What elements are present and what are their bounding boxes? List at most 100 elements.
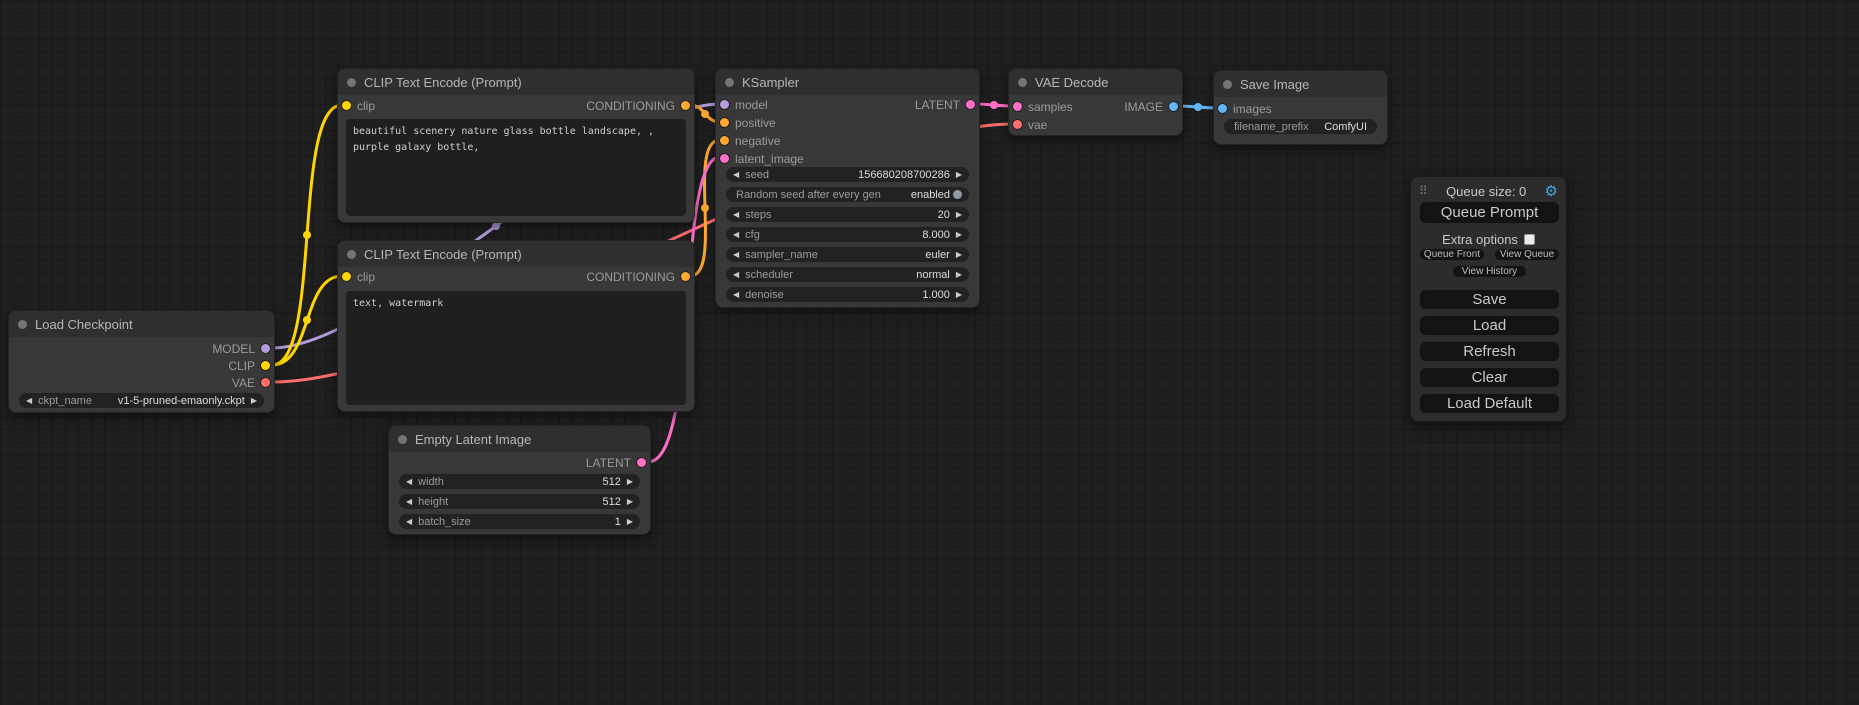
- output-dot-conditioning[interactable]: [681, 272, 690, 281]
- decrement-icon[interactable]: ◀: [26, 396, 32, 405]
- decrement-icon[interactable]: ◀: [733, 270, 739, 279]
- link-midpoint-dot: [492, 222, 500, 230]
- widget-sampler-name[interactable]: ◀ sampler_name euler ▶: [726, 247, 969, 262]
- output-dot-model[interactable]: [261, 344, 270, 353]
- slot-label: IMAGE: [1124, 100, 1163, 114]
- output-dot-vae[interactable]: [261, 378, 270, 387]
- widget-value: 512: [602, 476, 620, 488]
- output-dot-latent[interactable]: [966, 100, 975, 109]
- load-button[interactable]: Load: [1419, 315, 1560, 336]
- drag-handle-icon[interactable]: ⠿: [1419, 184, 1428, 198]
- clip-encode-title-bar[interactable]: CLIP Text Encode (Prompt): [338, 69, 694, 95]
- widget-height[interactable]: ◀ height 512 ▶: [399, 494, 640, 509]
- node-title: KSampler: [742, 75, 799, 90]
- settings-gear-icon[interactable]: ⚙: [1545, 184, 1558, 199]
- view-history-button[interactable]: View History: [1452, 265, 1527, 278]
- input-dot-negative[interactable]: [720, 136, 729, 145]
- collapse-dot[interactable]: [347, 78, 356, 87]
- output-slot-conditioning: CONDITIONING: [338, 269, 694, 285]
- widget-seed-control[interactable]: Random seed after every gen enabled: [726, 187, 969, 202]
- clear-button[interactable]: Clear: [1419, 367, 1560, 388]
- refresh-button[interactable]: Refresh: [1419, 341, 1560, 362]
- input-dot-positive[interactable]: [720, 118, 729, 127]
- collapse-dot[interactable]: [398, 435, 407, 444]
- decrement-icon[interactable]: ◀: [733, 250, 739, 259]
- output-dot-conditioning[interactable]: [681, 101, 690, 110]
- collapse-dot[interactable]: [725, 78, 734, 87]
- widget-value: v1-5-pruned-emaonly.ckpt: [118, 395, 245, 407]
- positive-prompt-textarea[interactable]: beautiful scenery nature glass bottle la…: [346, 119, 686, 216]
- increment-icon[interactable]: ▶: [627, 517, 633, 526]
- node-ksampler[interactable]: KSampler model LATENT positive negative …: [715, 68, 980, 308]
- queue-front-button[interactable]: Queue Front: [1419, 248, 1485, 261]
- widget-scheduler[interactable]: ◀ scheduler normal ▶: [726, 267, 969, 282]
- increment-icon[interactable]: ▶: [956, 290, 962, 299]
- widget-name: Random seed after every gen: [736, 189, 881, 201]
- widget-ckpt-name[interactable]: ◀ ckpt_name v1-5-pruned-emaonly.ckpt ▶: [19, 393, 264, 408]
- input-slot-images: images: [1214, 101, 1387, 117]
- empty-latent-title-bar[interactable]: Empty Latent Image: [389, 426, 650, 452]
- decrement-icon[interactable]: ◀: [733, 290, 739, 299]
- slot-label: VAE: [232, 376, 255, 390]
- increment-icon[interactable]: ▶: [956, 210, 962, 219]
- input-dot-images[interactable]: [1218, 104, 1227, 113]
- decrement-icon[interactable]: ◀: [406, 497, 412, 506]
- output-dot-latent[interactable]: [637, 458, 646, 467]
- toggle-enabled-dot[interactable]: [953, 190, 962, 199]
- save-image-title-bar[interactable]: Save Image: [1214, 71, 1387, 97]
- widget-cfg[interactable]: ◀ cfg 8.000 ▶: [726, 227, 969, 242]
- decrement-icon[interactable]: ◀: [406, 477, 412, 486]
- widget-filename-prefix[interactable]: filename_prefix ComfyUI: [1224, 119, 1377, 134]
- input-dot-vae[interactable]: [1013, 120, 1022, 129]
- node-empty-latent-image[interactable]: Empty Latent Image LATENT ◀ width 512 ▶ …: [388, 425, 651, 535]
- node-clip-text-encode-negative[interactable]: CLIP Text Encode (Prompt) clip CONDITION…: [337, 240, 695, 412]
- increment-icon[interactable]: ▶: [251, 396, 257, 405]
- output-dot-clip[interactable]: [261, 361, 270, 370]
- decrement-icon[interactable]: ◀: [406, 517, 412, 526]
- negative-prompt-textarea[interactable]: text, watermark: [346, 291, 686, 405]
- ksampler-title-bar[interactable]: KSampler: [716, 69, 979, 95]
- slot-label: MODEL: [212, 342, 255, 356]
- decrement-icon[interactable]: ◀: [733, 230, 739, 239]
- increment-icon[interactable]: ▶: [627, 497, 633, 506]
- save-button[interactable]: Save: [1419, 289, 1560, 310]
- comfyui-node-canvas[interactable]: { "colors": { "model": "#B39DDB", "clip"…: [0, 0, 1859, 705]
- widget-value: 1.000: [922, 289, 950, 301]
- widget-width[interactable]: ◀ width 512 ▶: [399, 474, 640, 489]
- output-slot-latent: LATENT: [716, 97, 979, 113]
- node-save-image[interactable]: Save Image images filename_prefix ComfyU…: [1213, 70, 1388, 145]
- output-slot-vae: VAE: [9, 375, 274, 391]
- node-vae-decode[interactable]: VAE Decode samples IMAGE vae: [1008, 68, 1183, 136]
- input-dot-latent-image[interactable]: [720, 154, 729, 163]
- input-slot-vae: vae: [1009, 117, 1182, 133]
- queue-prompt-button[interactable]: Queue Prompt: [1419, 201, 1560, 224]
- increment-icon[interactable]: ▶: [956, 170, 962, 179]
- widget-value: 20: [938, 209, 950, 221]
- increment-icon[interactable]: ▶: [627, 477, 633, 486]
- decrement-icon[interactable]: ◀: [733, 210, 739, 219]
- widget-denoise[interactable]: ◀ denoise 1.000 ▶: [726, 287, 969, 302]
- clip-encode-title-bar[interactable]: CLIP Text Encode (Prompt): [338, 241, 694, 267]
- load-default-button[interactable]: Load Default: [1419, 393, 1560, 414]
- collapse-dot[interactable]: [1223, 80, 1232, 89]
- slot-label: latent_image: [735, 152, 804, 166]
- load-checkpoint-title-bar[interactable]: Load Checkpoint: [9, 311, 274, 337]
- increment-icon[interactable]: ▶: [956, 230, 962, 239]
- widget-batch-size[interactable]: ◀ batch_size 1 ▶: [399, 514, 640, 529]
- link-midpoint-dot: [701, 204, 709, 212]
- output-dot-image[interactable]: [1169, 102, 1178, 111]
- increment-icon[interactable]: ▶: [956, 250, 962, 259]
- collapse-dot[interactable]: [1018, 78, 1027, 87]
- widget-steps[interactable]: ◀ steps 20 ▶: [726, 207, 969, 222]
- vae-decode-title-bar[interactable]: VAE Decode: [1009, 69, 1182, 95]
- extra-options-checkbox[interactable]: [1524, 234, 1535, 245]
- view-queue-button[interactable]: View Queue: [1494, 248, 1560, 261]
- collapse-dot[interactable]: [347, 250, 356, 259]
- widget-seed[interactable]: ◀ seed 156680208700286 ▶: [726, 167, 969, 182]
- node-load-checkpoint[interactable]: Load Checkpoint MODEL CLIP VAE ◀ ckpt_na…: [8, 310, 275, 413]
- decrement-icon[interactable]: ◀: [733, 170, 739, 179]
- extra-options-label: Extra options: [1442, 232, 1518, 247]
- collapse-dot[interactable]: [18, 320, 27, 329]
- node-clip-text-encode-positive[interactable]: CLIP Text Encode (Prompt) clip CONDITION…: [337, 68, 695, 223]
- increment-icon[interactable]: ▶: [956, 270, 962, 279]
